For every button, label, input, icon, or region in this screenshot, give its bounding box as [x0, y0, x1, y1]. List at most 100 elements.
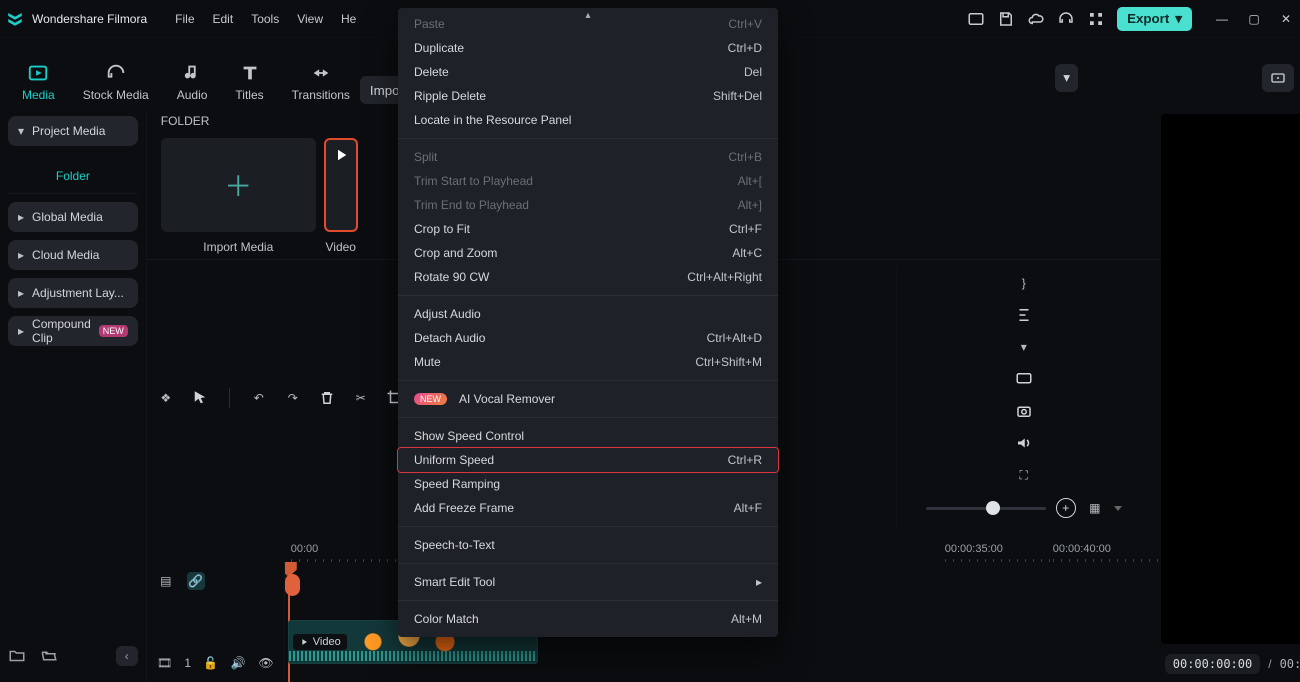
menu-item[interactable]: DeleteDel — [398, 60, 778, 84]
undo-icon[interactable]: ↶ — [250, 389, 268, 407]
transitions-icon — [310, 62, 332, 84]
menu-separator — [398, 600, 778, 601]
app-logo-icon — [6, 10, 24, 28]
menu-item[interactable]: Smart Edit Tool — [398, 570, 778, 594]
sidebar-project-media[interactable]: ▾ Project Media — [8, 116, 138, 146]
menu-item[interactable]: Crop and ZoomAlt+C — [398, 241, 778, 265]
menu-item: SplitCtrl+B — [398, 145, 778, 169]
sidebar-item-cloud-media[interactable]: ▸Cloud Media — [8, 240, 138, 270]
chevron-right-icon: ▸ — [18, 286, 24, 300]
tab-stock-media[interactable]: Stock Media — [83, 62, 149, 102]
menu-item[interactable]: Color MatchAlt+M — [398, 607, 778, 631]
tab-media[interactable]: Media — [22, 62, 55, 102]
layout-icon[interactable] — [967, 10, 985, 28]
grid-icon[interactable]: ▦ — [1086, 499, 1104, 517]
menu-item[interactable]: DuplicateCtrl+D — [398, 36, 778, 60]
menu-item[interactable]: MuteCtrl+Shift+M — [398, 350, 778, 374]
link-icon[interactable]: 🔗 — [187, 572, 205, 590]
sidebar-item-global-media[interactable]: ▸Global Media — [8, 202, 138, 232]
new-folder-icon[interactable] — [8, 647, 26, 665]
export-button[interactable]: Export ▾ — [1117, 7, 1192, 31]
cut-icon[interactable]: ✂ — [352, 389, 370, 407]
menu-file[interactable]: File — [175, 12, 194, 26]
zoom-knob[interactable] — [986, 501, 1000, 515]
tab-titles[interactable]: Titles — [235, 62, 263, 102]
marker-dot[interactable] — [285, 574, 300, 596]
lock-icon[interactable]: 🔓 — [203, 654, 219, 672]
sidebar-folder-label[interactable]: Folder — [8, 158, 138, 194]
magnet-icon[interactable]: ❖ — [157, 389, 175, 407]
nav-tabs: Media Stock Media Audio Titles Transitio… — [0, 38, 360, 108]
mute-icon[interactable]: 🔊 — [231, 654, 247, 672]
menu-shortcut: Del — [744, 65, 762, 79]
menu-shortcut: Alt+[ — [738, 174, 762, 188]
menu-item[interactable]: NEWAI Vocal Remover — [398, 387, 778, 411]
redo-icon[interactable]: ↷ — [284, 389, 302, 407]
menu-edit[interactable]: Edit — [213, 12, 234, 26]
menu-label: Split — [414, 150, 437, 164]
menu-scroll-up-icon[interactable]: ▴ — [585, 10, 590, 21]
close-icon[interactable]: ✕ — [1278, 11, 1294, 27]
preview-dropdown[interactable]: ▾ — [1055, 64, 1078, 92]
tab-transitions[interactable]: Transitions — [292, 62, 350, 102]
maximize-icon[interactable]: ▢ — [1246, 11, 1262, 27]
menu-shortcut: Ctrl+V — [728, 17, 762, 31]
volume-icon[interactable] — [1015, 434, 1033, 452]
menu-item[interactable]: Adjust Audio — [398, 302, 778, 326]
sidebar-item-adjustment-layer[interactable]: ▸ Adjustment Lay... — [8, 278, 138, 308]
chevron-down-icon[interactable]: ▾ — [1015, 338, 1033, 356]
trash-icon[interactable] — [318, 389, 336, 407]
sidebar-label: Project Media — [32, 124, 105, 138]
open-folder-icon[interactable] — [40, 647, 58, 665]
save-icon[interactable] — [997, 10, 1015, 28]
thumb-import[interactable]: ＋ Import Media — [161, 138, 316, 254]
timeline-track-header: ▤ 🔗 🎞 1 🔓 🔊 👁 — [147, 562, 285, 682]
menu-item[interactable]: Show Speed Control — [398, 424, 778, 448]
menu-item[interactable]: Speech-to-Text — [398, 533, 778, 557]
pointer-icon[interactable] — [191, 389, 209, 407]
menu-item[interactable]: Rotate 90 CWCtrl+Alt+Right — [398, 265, 778, 289]
menu-shortcut: Alt+F — [734, 501, 762, 515]
minimize-icon[interactable]: — — [1214, 11, 1230, 27]
tab-label: Stock Media — [83, 88, 149, 102]
menu-label: Duplicate — [414, 41, 464, 55]
video-tile[interactable] — [324, 138, 358, 232]
marker-icon[interactable]: } — [1015, 274, 1033, 292]
menu-item[interactable]: Crop to FitCtrl+F — [398, 217, 778, 241]
menu-separator — [398, 380, 778, 381]
preview-stage[interactable] — [1161, 114, 1300, 644]
menu-item[interactable]: Ripple DeleteShift+Del — [398, 84, 778, 108]
film-icon[interactable]: 🎞 — [157, 654, 173, 672]
display-icon[interactable] — [1015, 370, 1033, 388]
menu-view[interactable]: View — [297, 12, 323, 26]
sidebar-label: Adjustment Lay... — [32, 286, 124, 300]
import-tile[interactable]: ＋ — [161, 138, 316, 232]
support-icon[interactable] — [1057, 10, 1075, 28]
menu-item[interactable]: Add Freeze FrameAlt+F — [398, 496, 778, 520]
zoom-slider[interactable]: + ▦ — [926, 498, 1122, 518]
menu-item[interactable]: Uniform SpeedCtrl+R — [398, 448, 778, 472]
menu-item[interactable]: Locate in the Resource Panel — [398, 108, 778, 132]
menu-help[interactable]: He — [341, 12, 356, 26]
menu-label: Show Speed Control — [414, 429, 524, 443]
menu-shortcut: Ctrl+Shift+M — [695, 355, 762, 369]
chevron-down-icon[interactable] — [1114, 506, 1122, 511]
apps-icon[interactable] — [1087, 10, 1105, 28]
menu-item[interactable]: Speed Ramping — [398, 472, 778, 496]
cloud-icon[interactable] — [1027, 10, 1045, 28]
collapse-sidebar-icon[interactable]: ‹ — [116, 646, 138, 666]
eye-icon[interactable]: 👁 — [258, 654, 274, 672]
thumb-video[interactable]: Video — [324, 138, 358, 254]
camera-icon[interactable] — [1015, 402, 1033, 420]
snapshot-icon[interactable] — [1262, 64, 1294, 92]
menu-item[interactable]: Detach AudioCtrl+Alt+D — [398, 326, 778, 350]
add-marker-icon[interactable]: + — [1056, 498, 1076, 518]
menu-label: Color Match — [414, 612, 479, 626]
strip-icon[interactable]: ▤ — [157, 572, 175, 590]
menu-separator — [398, 526, 778, 527]
menu-tools[interactable]: Tools — [251, 12, 279, 26]
align-icon[interactable] — [1015, 306, 1033, 324]
sidebar-item-compound-clip[interactable]: ▸Compound Clip — [8, 316, 138, 346]
tab-audio[interactable]: Audio — [177, 62, 208, 102]
fullscreen-icon[interactable]: ⛶ — [1015, 466, 1033, 484]
